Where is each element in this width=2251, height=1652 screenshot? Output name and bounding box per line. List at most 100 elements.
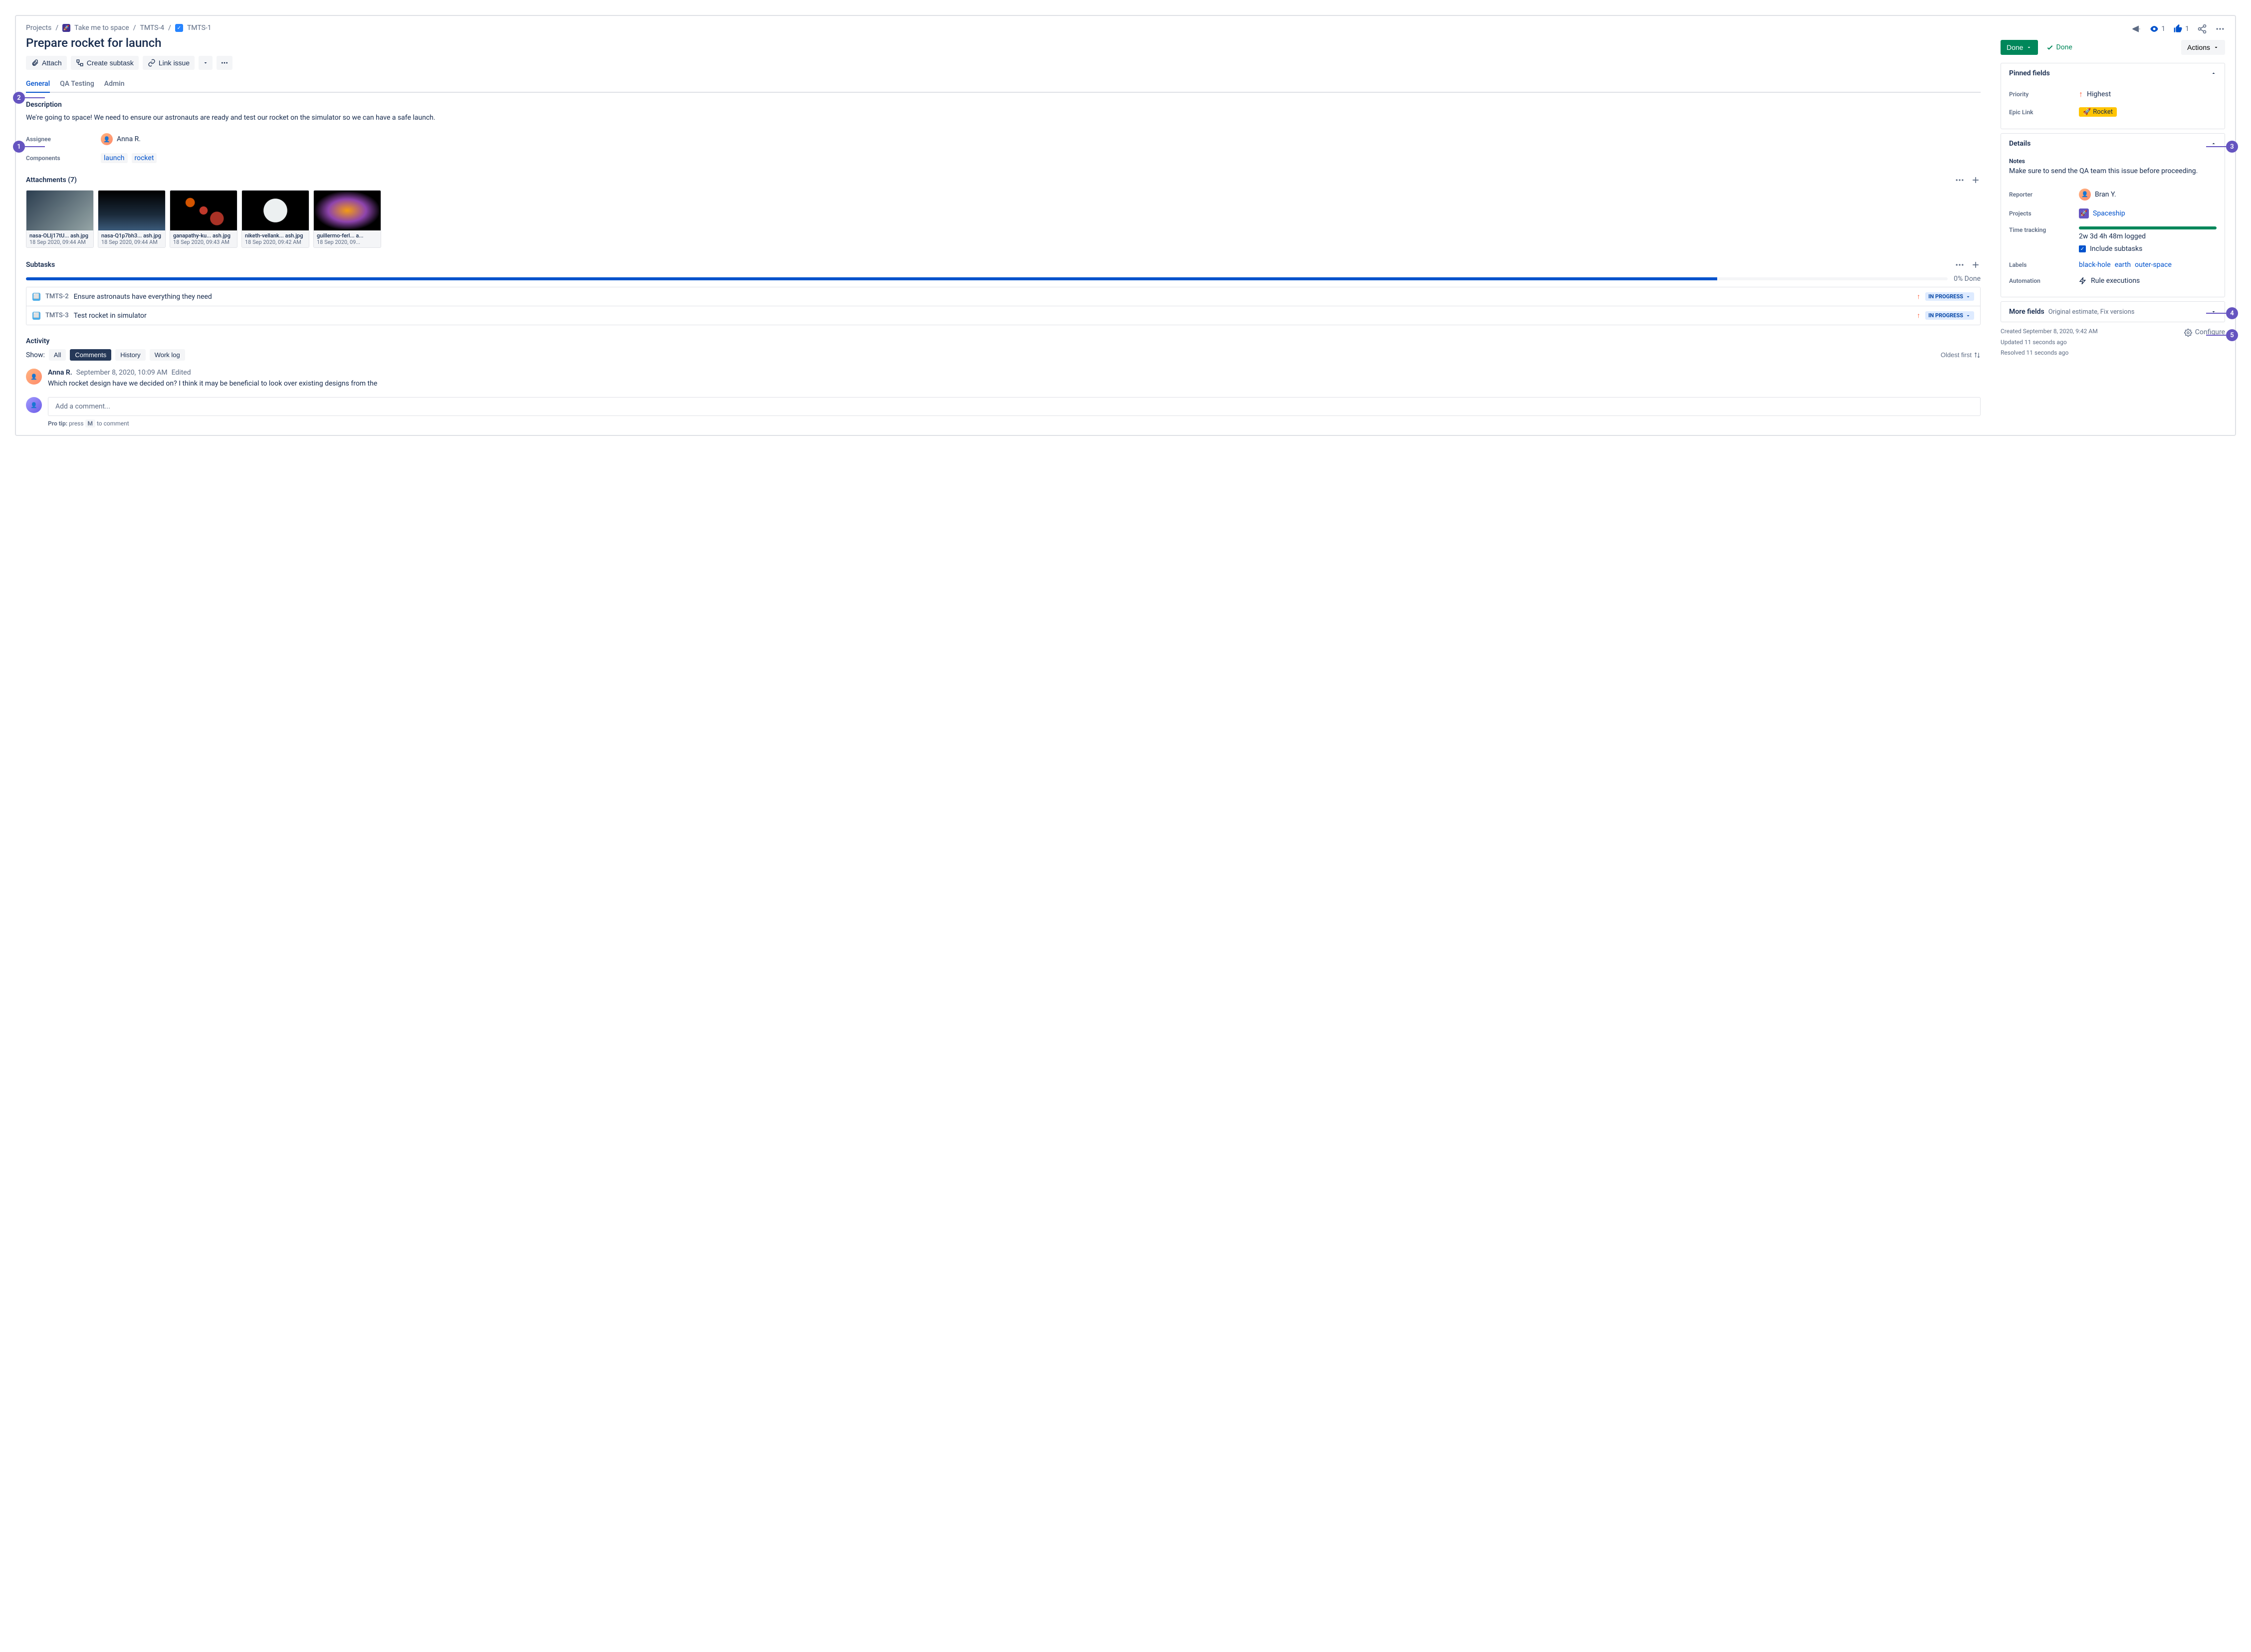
feedback-button[interactable] (2131, 24, 2141, 34)
filter-worklog[interactable]: Work log (150, 349, 185, 361)
attachment-name: nasa-OLIj17tU... ash.jpg (29, 232, 90, 239)
page-title[interactable]: Prepare rocket for launch (26, 36, 1981, 50)
label-chip[interactable]: earth (2115, 261, 2131, 269)
details-header[interactable]: Details (2001, 134, 2225, 154)
attachment-thumb (170, 191, 237, 230)
status-row: Done Done Actions (2001, 40, 2225, 55)
attachment-thumb (26, 191, 93, 230)
attachment-thumb (242, 191, 309, 230)
attachment-card[interactable]: guillermo-ferl... a...18 Sep 2020, 09... (313, 190, 381, 248)
subtask-row[interactable]: ⬜ TMTS-3 Test rocket in simulator ↑ IN P… (26, 306, 1980, 325)
breadcrumb-parent[interactable]: TMTS-4 (140, 24, 165, 32)
more-actions-button[interactable] (217, 56, 232, 70)
toolbar: Attach Create subtask Link issue (26, 56, 1981, 70)
callout-line-4 (2206, 313, 2226, 314)
notes-label: Notes (2001, 154, 2225, 167)
components-label: Components (26, 155, 101, 162)
breadcrumb-issue[interactable]: TMTS-1 (187, 24, 212, 32)
attachment-card[interactable]: nasa-Q1p7bh3... ash.jpg18 Sep 2020, 09:4… (98, 190, 166, 248)
progress-bar-fill (26, 277, 1717, 280)
label-chip[interactable]: outer-space (2135, 261, 2172, 269)
meatballs-icon[interactable] (1955, 175, 1965, 185)
add-comment-input[interactable]: Add a comment... (48, 397, 1981, 416)
sort-icon (1974, 352, 1981, 359)
attachments-heading: Attachments (7) (26, 176, 77, 184)
reporter-row[interactable]: Reporter 👤Bran Y. (2009, 185, 2217, 205)
activity-filters: Show: All Comments History Work log Olde… (26, 349, 1981, 361)
tab-admin[interactable]: Admin (104, 76, 125, 93)
chevron-up-icon (2211, 70, 2217, 76)
more-fields-header[interactable]: More fields Original estimate, Fix versi… (2001, 302, 2225, 322)
priority-high-icon: ↑ (1917, 311, 1920, 320)
subtasks-header: Subtasks (26, 260, 1981, 270)
left-column: Projects / 🚀 Take me to space / TMTS-4 /… (26, 24, 1981, 427)
include-subtasks-checkbox[interactable]: ✓Include subtasks (2079, 245, 2142, 253)
tab-general[interactable]: General (26, 76, 50, 93)
meatballs-icon (221, 59, 228, 67)
link-issue-label: Link issue (159, 59, 190, 67)
breadcrumb-projects[interactable]: Projects (26, 24, 51, 32)
create-subtask-button[interactable]: Create subtask (71, 56, 139, 70)
label-chip[interactable]: black-hole (2079, 261, 2111, 269)
link-dropdown-button[interactable] (199, 56, 213, 70)
attachment-card[interactable]: ganapathy-ku... ash.jpg18 Sep 2020, 09:4… (170, 190, 237, 248)
subtask-status[interactable]: IN PROGRESS (1925, 292, 1974, 301)
sort-button[interactable]: Oldest first (1941, 351, 1981, 359)
watchers-count: 1 (2161, 25, 2165, 33)
projects-value[interactable]: Spaceship (2093, 209, 2125, 217)
reporter-name: Bran Y. (2095, 191, 2116, 199)
component-chip[interactable]: rocket (132, 153, 157, 163)
filter-comments[interactable]: Comments (70, 349, 111, 361)
more-button[interactable] (2215, 24, 2225, 34)
assignee-label: Assignee (26, 136, 101, 143)
notes-text[interactable]: Make sure to send the QA team this issue… (2001, 167, 2225, 183)
assignee-value[interactable]: 👤 Anna R. (101, 133, 141, 145)
subtask-status[interactable]: IN PROGRESS (1925, 311, 1974, 320)
time-tracking-row[interactable]: Time tracking 2w 3d 4h 48m logged ✓Inclu… (2009, 222, 2217, 257)
component-chip[interactable]: launch (101, 153, 128, 163)
subtask-key: TMTS-3 (45, 312, 69, 319)
epic-link-row[interactable]: Epic Link 🚀Rocket (2009, 103, 2217, 121)
avatar: 👤 (101, 133, 113, 145)
comment-author[interactable]: Anna R. (48, 369, 72, 377)
attachment-card[interactable]: niketh-vellank... ash.jpg18 Sep 2020, 09… (241, 190, 309, 248)
attachment-date: 18 Sep 2020, 09:43 AM (173, 239, 234, 245)
labels-row[interactable]: Labels black-hole earth outer-space (2009, 257, 2217, 273)
meatballs-icon[interactable] (1955, 260, 1965, 270)
filter-history[interactable]: History (115, 349, 145, 361)
add-icon[interactable] (1971, 260, 1981, 270)
attachment-name: ganapathy-ku... ash.jpg (173, 232, 234, 239)
subtask-row[interactable]: ⬜ TMTS-2 Ensure astronauts have everythi… (26, 287, 1980, 306)
pinned-fields-header[interactable]: Pinned fields (2001, 63, 2225, 83)
attach-button[interactable]: Attach (26, 56, 67, 70)
labels-label: Labels (2009, 261, 2079, 268)
attachment-name: niketh-vellank... ash.jpg (245, 232, 306, 239)
attachment-card[interactable]: nasa-OLIj17tU... ash.jpg18 Sep 2020, 09:… (26, 190, 94, 248)
create-subtask-label: Create subtask (87, 59, 134, 67)
priority-value: Highest (2087, 90, 2111, 98)
tab-qa-testing[interactable]: QA Testing (60, 76, 94, 93)
status-dropdown[interactable]: Done (2001, 40, 2038, 55)
projects-row[interactable]: Projects 🚀Spaceship (2009, 205, 2217, 222)
watch-button[interactable]: 1 (2149, 24, 2165, 34)
attachment-thumb (314, 191, 381, 230)
attach-label: Attach (42, 59, 62, 67)
share-button[interactable] (2197, 24, 2207, 34)
vote-button[interactable]: 1 (2173, 24, 2189, 34)
epic-badge[interactable]: 🚀Rocket (2079, 107, 2117, 117)
priority-row[interactable]: Priority ↑Highest (2009, 85, 2217, 103)
description-text[interactable]: We're going to space! We need to ensure … (26, 113, 1981, 123)
issue-panel: Projects / 🚀 Take me to space / TMTS-4 /… (15, 15, 2236, 436)
epic-link-label: Epic Link (2009, 109, 2079, 116)
tabs: General QA Testing Admin (26, 76, 1981, 93)
link-issue-button[interactable]: Link issue (143, 56, 195, 70)
breadcrumb-project[interactable]: Take me to space (74, 24, 129, 32)
filter-all[interactable]: All (49, 349, 66, 361)
actions-dropdown[interactable]: Actions (2181, 40, 2225, 55)
attachment-icon (31, 59, 39, 67)
subtask-progress-row: 0% Done (26, 275, 1981, 283)
rule-executions[interactable]: Rule executions (2079, 277, 2140, 285)
automation-row[interactable]: Automation Rule executions (2009, 273, 2217, 289)
configure-button[interactable]: Configure (2184, 326, 2225, 339)
add-icon[interactable] (1971, 175, 1981, 185)
